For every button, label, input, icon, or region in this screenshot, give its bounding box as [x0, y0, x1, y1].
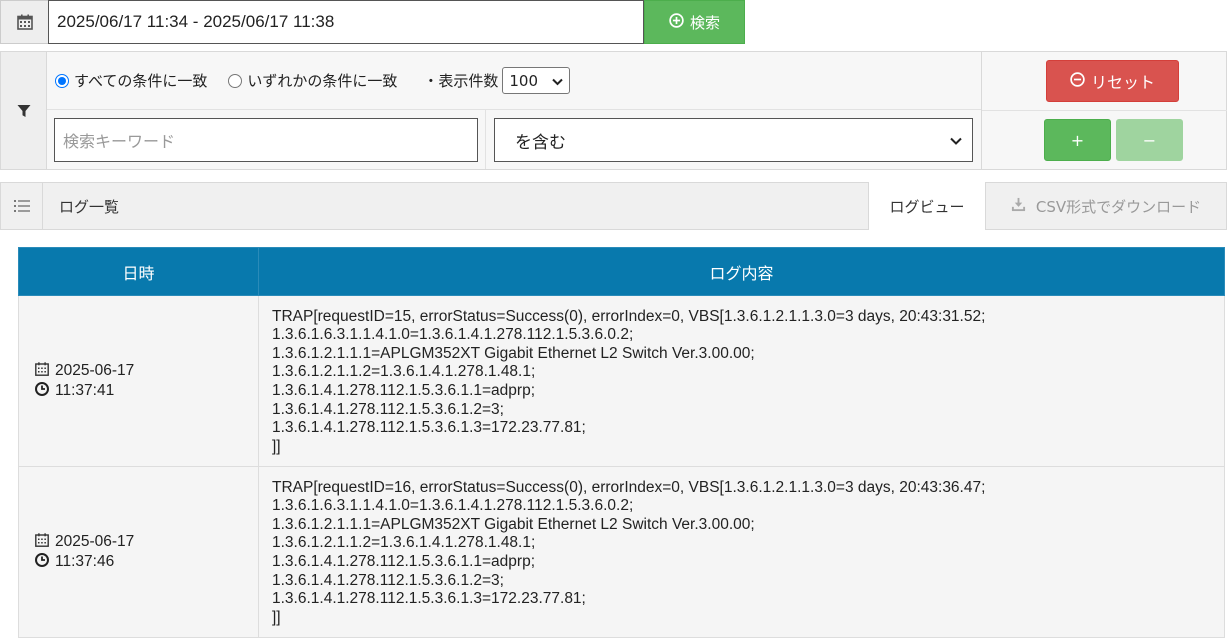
filter-icon [1, 52, 47, 169]
column-header-datetime: 日時 [18, 247, 259, 296]
match-any-radio[interactable]: いずれかの条件に一致 [228, 70, 397, 91]
list-icon [1, 183, 43, 229]
condition-select[interactable]: を含む [494, 118, 973, 162]
filter-options-row: すべての条件に一致 いずれかの条件に一致 ・表示件数 100 [47, 52, 981, 110]
filter-panel: すべての条件に一致 いずれかの条件に一致 ・表示件数 100 検索キーワード を… [0, 51, 1227, 170]
column-header-content: ログ内容 [258, 247, 1225, 296]
search-button[interactable]: 検索 [644, 0, 745, 44]
table-header-row: 日時 ログ内容 [18, 247, 1225, 296]
count-select[interactable]: 100 [502, 67, 571, 94]
log-date: 2025-06-17 [55, 362, 135, 379]
condition-value: を含む [515, 132, 566, 153]
calendar-icon[interactable] [0, 0, 48, 44]
plus-circle-icon [669, 12, 684, 32]
log-date: 2025-06-17 [55, 533, 135, 550]
reset-button-label: リセット [1090, 73, 1155, 92]
log-time: 11:37:41 [55, 382, 115, 399]
calendar-icon [35, 361, 49, 381]
tab-csv-download[interactable]: CSV形式でダウンロード [986, 183, 1226, 229]
radio-selected[interactable] [55, 73, 69, 88]
match-any-label: いずれかの条件に一致 [247, 72, 398, 90]
log-time: 11:37:46 [55, 553, 115, 570]
keyword-input[interactable]: 検索キーワード [54, 118, 478, 162]
filter-actions: リセット + − [981, 52, 1227, 169]
tab-csv-label: CSV形式でダウンロード [1035, 197, 1202, 216]
match-all-label: すべての条件に一致 [74, 72, 208, 90]
remove-condition-button[interactable]: − [1116, 119, 1183, 161]
divider [982, 110, 1227, 111]
chevron-down-icon [950, 130, 962, 150]
datetime-cell: 2025-06-17 11:37:41 [18, 295, 259, 467]
chevron-down-icon [552, 72, 564, 90]
count-value: 100 [509, 71, 539, 90]
filter-condition-row: 検索キーワード を含む [47, 110, 981, 169]
add-condition-button[interactable]: + [1044, 119, 1111, 161]
tab-log-view[interactable]: ログビュー [868, 182, 986, 230]
table-row: 2025-06-17 11:37:41 TRAP[requestID=15, e… [18, 295, 1225, 467]
match-all-radio[interactable]: すべての条件に一致 [55, 70, 207, 91]
minus-circle-icon [1070, 71, 1085, 91]
calendar-icon [35, 532, 49, 552]
download-icon [1011, 197, 1026, 216]
date-range-row: 2025/06/17 11:34 - 2025/06/17 11:38 検索 [0, 0, 745, 44]
log-table: 日時 ログ内容 2025-06-17 11:37:41 TRAP[request… [18, 247, 1225, 638]
log-tab-bar: ログ一覧 ログビュー CSV形式でダウンロード [0, 182, 1227, 230]
clock-icon [35, 552, 49, 572]
count-label: ・表示件数 [423, 72, 499, 90]
date-range-input[interactable]: 2025/06/17 11:34 - 2025/06/17 11:38 [48, 0, 644, 44]
log-content: TRAP[requestID=16, errorStatus=Success(0… [258, 466, 1225, 638]
table-row: 2025-06-17 11:37:46 TRAP[requestID=16, e… [18, 466, 1225, 638]
datetime-cell: 2025-06-17 11:37:46 [18, 466, 259, 638]
search-button-label: 検索 [689, 13, 720, 32]
reset-button[interactable]: リセット [1046, 60, 1179, 102]
clock-icon [35, 381, 49, 401]
radio-unselected[interactable] [228, 73, 243, 88]
divider [485, 110, 486, 169]
log-content: TRAP[requestID=15, errorStatus=Success(0… [258, 295, 1225, 467]
tab-title: ログ一覧 [59, 197, 120, 216]
